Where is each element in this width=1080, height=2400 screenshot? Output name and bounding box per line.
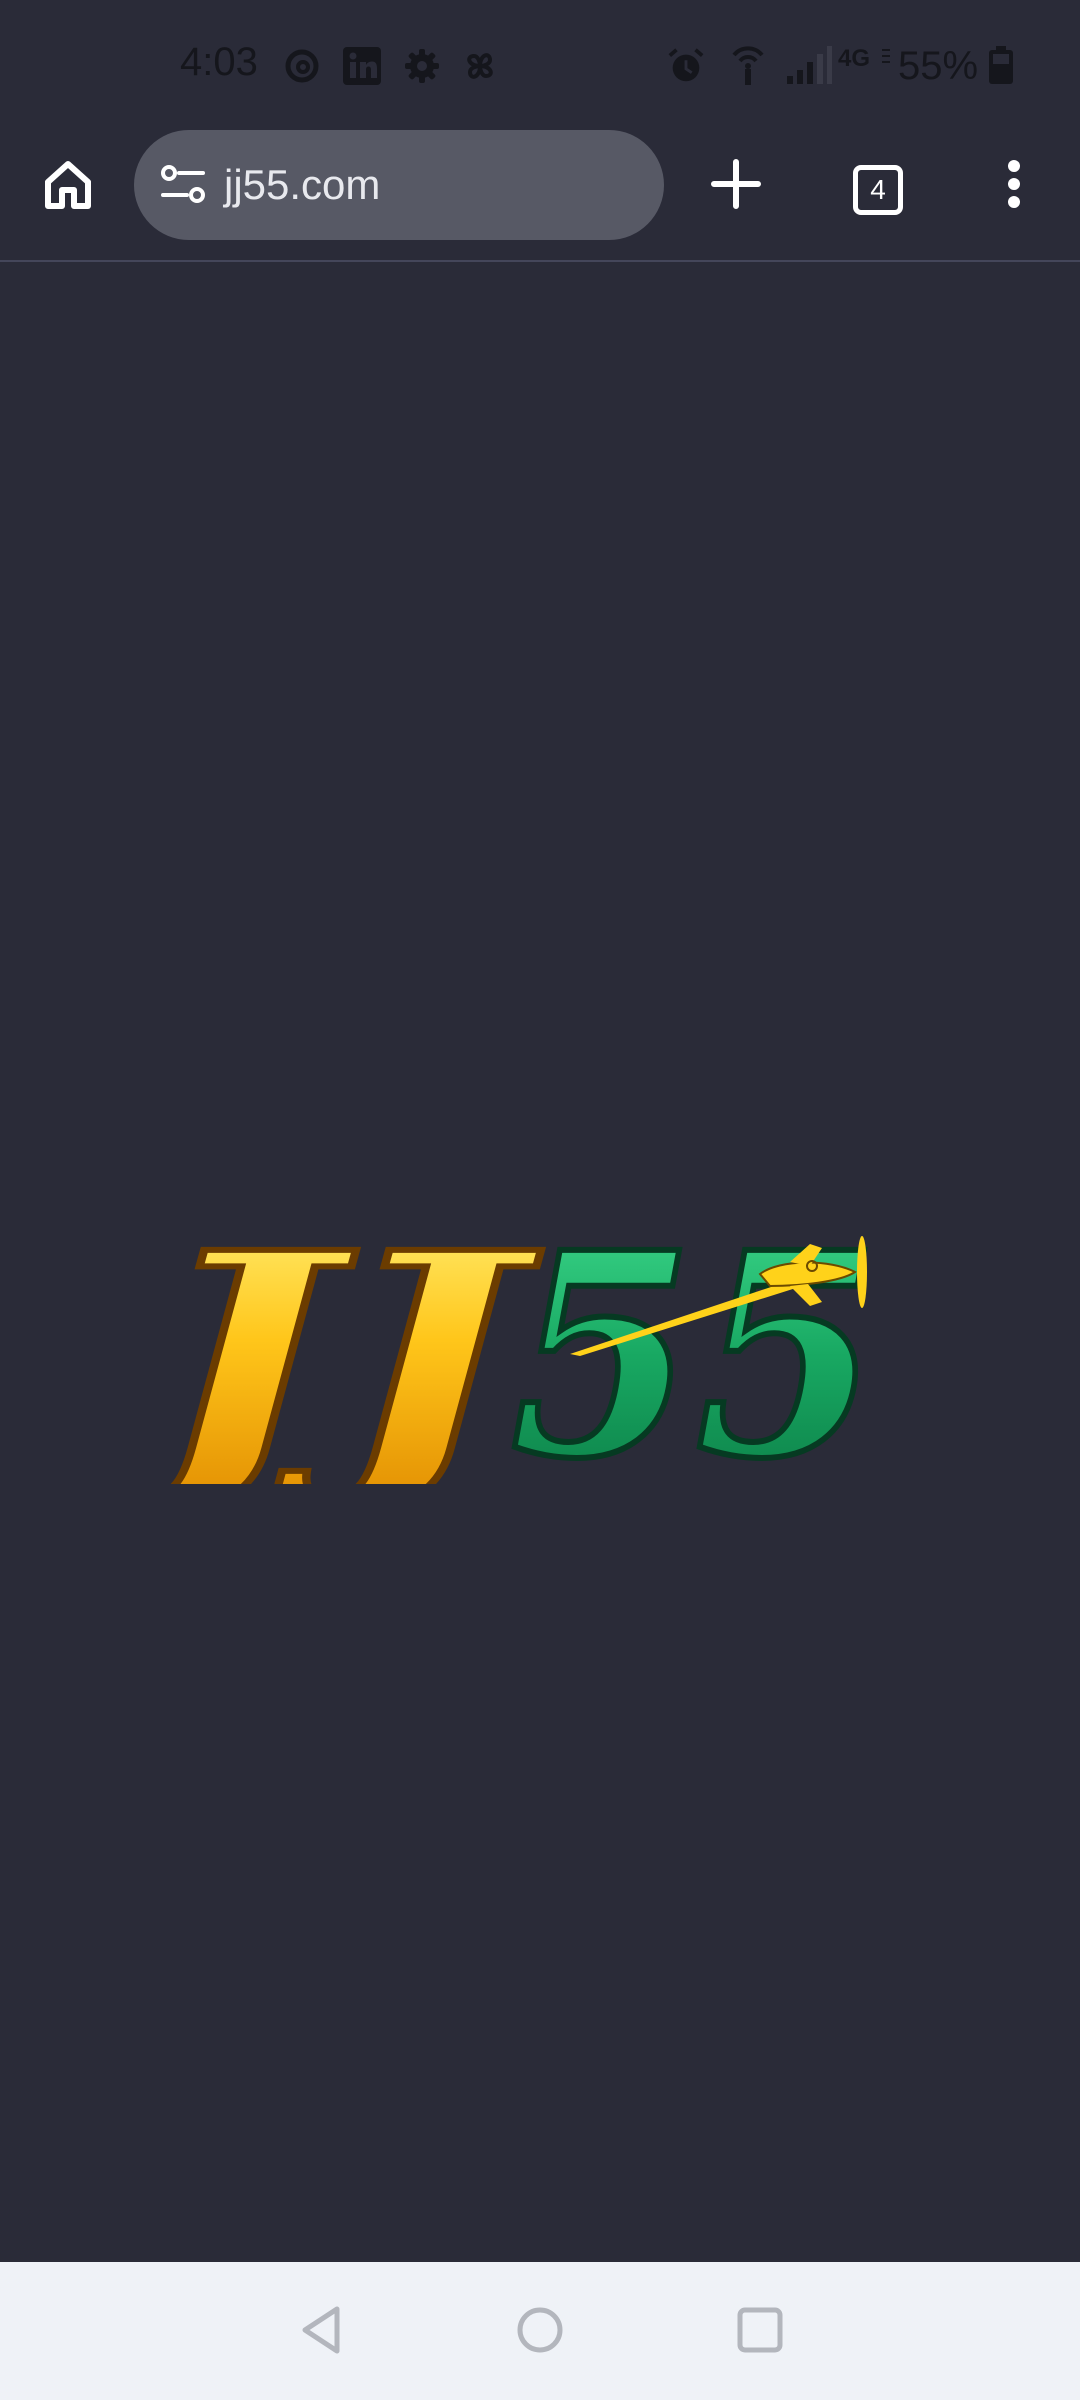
- pinwheel-icon: [460, 46, 500, 86]
- status-time: 4:03: [180, 40, 258, 84]
- site-info-icon[interactable]: [154, 155, 214, 215]
- status-bar: 4:03 4G 55%: [0, 0, 1080, 130]
- home-nav-button[interactable]: [510, 2302, 570, 2362]
- more-options-button[interactable]: [978, 150, 1050, 222]
- battery-percent: 55%: [898, 44, 979, 88]
- plus-icon: [710, 158, 762, 215]
- web-content: JJ 55: [0, 264, 1080, 2262]
- url-text[interactable]: jj55.com: [224, 161, 380, 209]
- back-button[interactable]: [292, 2302, 352, 2362]
- back-triangle-icon: [299, 2305, 345, 2360]
- battery-icon: [984, 46, 1018, 86]
- tab-count: 4: [853, 165, 903, 215]
- network-label: 4G: [838, 45, 870, 72]
- hotspot-icon: [728, 46, 768, 86]
- alarm-icon: [666, 46, 706, 86]
- signal-icon: [784, 46, 834, 86]
- threads-icon: [282, 46, 322, 86]
- home-icon: [40, 156, 96, 217]
- svg-text:55: 55: [510, 1214, 880, 1484]
- recents-square-icon: [735, 2305, 785, 2360]
- system-nav-bar: [0, 2262, 1080, 2400]
- recents-button[interactable]: [730, 2302, 790, 2362]
- browser-toolbar: jj55.com 4: [0, 130, 1080, 262]
- home-button[interactable]: [32, 150, 104, 222]
- more-vert-icon: [1004, 158, 1024, 215]
- new-tab-button[interactable]: [700, 150, 772, 222]
- tab-switcher-button[interactable]: 4: [842, 154, 914, 226]
- linkedin-icon: [342, 46, 382, 86]
- home-circle-icon: [515, 2305, 565, 2360]
- settings-icon: [402, 46, 442, 86]
- address-bar[interactable]: jj55.com: [134, 130, 664, 240]
- svg-text:JJ: JJ: [150, 1214, 543, 1484]
- 4g-icon: 4G: [838, 44, 892, 74]
- jj55-logo: JJ 55: [150, 1214, 883, 1484]
